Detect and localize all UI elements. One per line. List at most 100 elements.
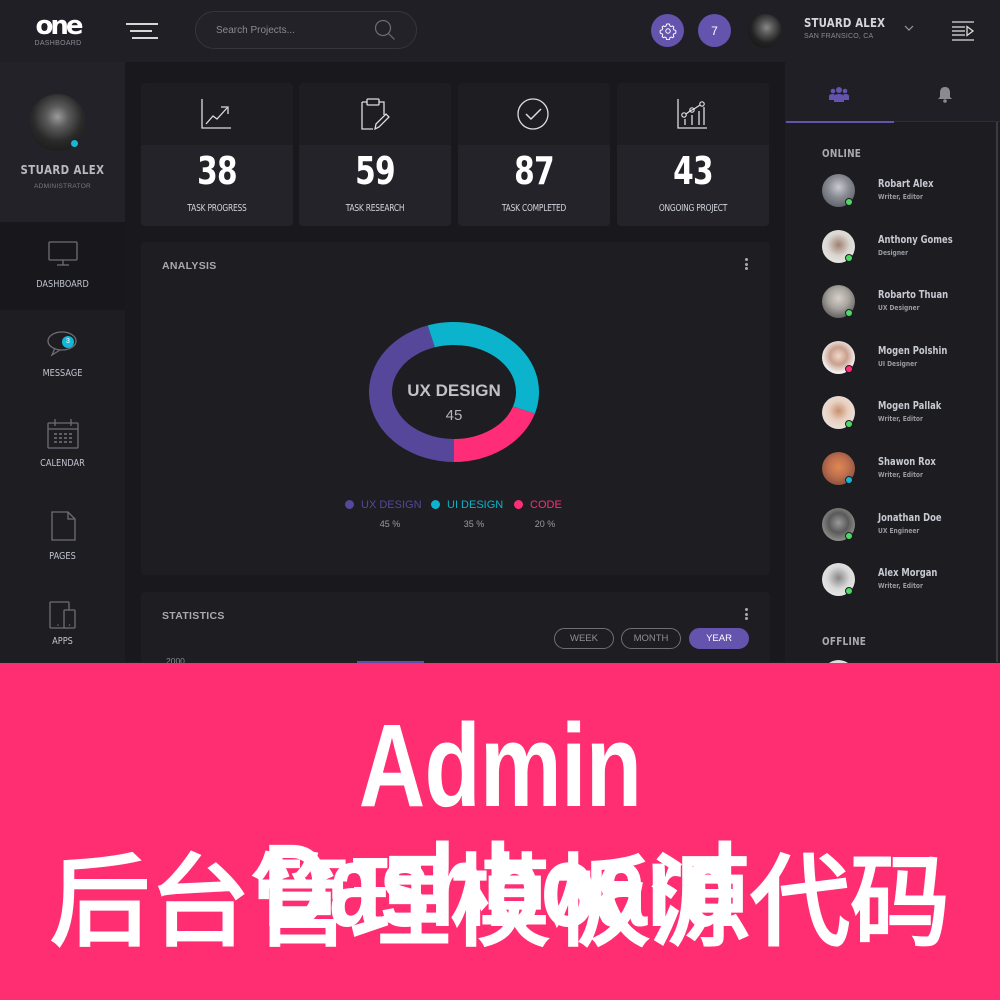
stat-card-task-completed[interactable]: 87 TASK COMPLETED xyxy=(458,83,610,226)
sidebar-item-apps[interactable]: APPS xyxy=(0,584,125,672)
contact-name: Mogen Pallak xyxy=(878,400,942,413)
legend-dot xyxy=(431,500,440,509)
legend-item-ux-design[interactable]: UX DESIGN xyxy=(345,499,422,511)
calendar-icon xyxy=(46,419,79,449)
check-circle-icon xyxy=(517,98,549,130)
status-dot xyxy=(845,253,853,262)
contact-role: Designer xyxy=(878,248,909,257)
more-options-icon[interactable] xyxy=(742,608,750,624)
analysis-panel: ANALYSIS UX DESIGN 45 UX DESIGN UI DESIG… xyxy=(141,242,770,575)
tab-users[interactable] xyxy=(785,62,894,123)
promo-banner: Admin Dashboard 后台管理模板源代码 xyxy=(0,663,1000,1000)
main-content: 38 TASK PROGRESS 59 TASK RESEARCH 87 TAS… xyxy=(125,62,785,691)
right-panel-toggle-icon[interactable] xyxy=(951,20,975,42)
top-bar: one DASHBOARD 7 STUARD ALEX SAN FRANSICO… xyxy=(0,0,1000,62)
offline-section-label: OFFLINE xyxy=(822,636,867,648)
hamburger-menu-icon[interactable] xyxy=(124,20,160,42)
contact-item[interactable]: Alex Morgan Writer, Editor xyxy=(822,563,982,603)
status-dot xyxy=(845,364,853,373)
right-panel-tabs xyxy=(785,62,1000,123)
devices-icon xyxy=(48,601,76,629)
contact-item[interactable]: Jonathan Doe UX Engineer xyxy=(822,507,982,548)
donut-slice-code[interactable] xyxy=(454,406,535,462)
search-input[interactable] xyxy=(216,21,366,39)
legend-percent: 35 % xyxy=(463,519,485,529)
sidebar-item-calendar[interactable]: CALENDAR xyxy=(0,402,125,490)
stat-label: TASK RESEARCH xyxy=(345,203,405,214)
user-avatar[interactable] xyxy=(748,14,782,48)
contact-item[interactable]: Anthony Gomes Designer xyxy=(822,229,982,270)
range-week-button[interactable]: WEEK xyxy=(554,628,614,649)
range-year-button[interactable]: YEAR xyxy=(689,628,749,649)
status-dot xyxy=(845,309,853,318)
chevron-down-icon[interactable] xyxy=(903,23,915,33)
sidebar-item-message[interactable]: 3 MESSAGE xyxy=(0,312,125,400)
page-icon xyxy=(50,511,76,541)
contact-role: Writer, Editor xyxy=(878,471,923,479)
contact-name: Robarto Thuan xyxy=(878,289,949,302)
scrollbar[interactable] xyxy=(996,122,998,662)
stat-card-task-progress[interactable]: 38 TASK PROGRESS xyxy=(141,83,293,226)
logo-subtitle: DASHBOARD xyxy=(34,40,82,47)
sidebar-item-pages[interactable]: PAGES xyxy=(0,494,125,582)
online-status-dot xyxy=(70,139,79,148)
legend-item-code[interactable]: CODE xyxy=(514,499,562,511)
search-icon[interactable] xyxy=(374,19,396,41)
bar-line-chart-icon xyxy=(677,99,707,129)
contact-name: Robart Alex xyxy=(878,178,934,190)
users-icon xyxy=(829,87,849,102)
contact-item[interactable]: Mogen Polshin UI Designer xyxy=(822,340,982,381)
tab-notifications[interactable] xyxy=(893,62,1000,122)
donut-center-value: 45 xyxy=(446,407,463,424)
left-sidebar: STUARD ALEX ADMINISTRATOR DASHBOARD 3 ME… xyxy=(0,62,125,662)
logo[interactable]: one DASHBOARD xyxy=(26,11,90,47)
stat-label: ONGOING PROJECT xyxy=(658,203,728,214)
range-month-button[interactable]: MONTH xyxy=(621,628,681,649)
contact-role: UI Designer xyxy=(878,359,918,368)
settings-button[interactable] xyxy=(651,14,684,47)
contact-name: Mogen Polshin xyxy=(878,344,948,357)
sidebar-item-label: CALENDAR xyxy=(40,458,85,469)
sidebar-item-label: PAGES xyxy=(49,551,76,562)
user-name: STUARD ALEX xyxy=(804,16,886,30)
right-panel: ONLINE Robart Alex Writer, Editor Anthony … xyxy=(785,62,1000,664)
contact-role: Writer, Editor xyxy=(878,582,923,591)
trend-chart-icon xyxy=(201,99,231,129)
monitor-icon xyxy=(47,241,78,266)
contact-item[interactable]: Shawon Rox Writer, Editor xyxy=(822,452,982,492)
user-info[interactable]: STUARD ALEX SAN FRANSICO, CA xyxy=(804,16,899,40)
contact-role: Writer, Editor xyxy=(878,415,923,424)
stat-card-task-research[interactable]: 59 TASK RESEARCH xyxy=(299,83,451,226)
notification-count-button[interactable]: 7 xyxy=(698,14,731,47)
gear-icon xyxy=(659,22,676,40)
stat-value: 43 xyxy=(673,149,713,193)
sidebar-item-dashboard[interactable]: DASHBOARD xyxy=(0,222,125,310)
contact-name: Shawon Rox xyxy=(878,456,936,468)
bell-icon xyxy=(938,87,952,103)
user-location: SAN FRANSICO, CA xyxy=(804,33,874,40)
legend-label: CODE xyxy=(530,499,562,511)
profile-name: STUARD ALEX xyxy=(20,163,105,177)
status-dot xyxy=(845,531,853,540)
sidebar-item-label: MESSAGE xyxy=(42,368,83,379)
legend-label: UI DESIGN xyxy=(447,499,504,511)
sidebar-item-label: APPS xyxy=(52,636,73,647)
profile-card: STUARD ALEX ADMINISTRATOR xyxy=(0,62,125,222)
legend-dot xyxy=(345,500,354,509)
status-dot xyxy=(845,476,853,484)
stat-value: 38 xyxy=(197,149,237,193)
legend-item-ui-design[interactable]: UI DESIGN xyxy=(431,499,503,511)
contact-role: UX Engineer xyxy=(878,526,920,535)
status-dot xyxy=(845,587,853,596)
profile-role: ADMINISTRATOR xyxy=(33,183,92,190)
clipboard-edit-icon xyxy=(361,98,390,131)
contact-role: UX Designer xyxy=(878,304,920,313)
contact-item[interactable]: Mogen Pallak Writer, Editor xyxy=(822,396,982,436)
search-box xyxy=(195,11,417,49)
contact-item[interactable]: Robart Alex Writer, Editor xyxy=(822,174,982,214)
logo-mark: one xyxy=(35,11,83,41)
contact-item[interactable]: Robarto Thuan UX Designer xyxy=(822,285,982,325)
status-dot xyxy=(845,198,853,206)
stat-card-ongoing-project[interactable]: 43 ONGOING PROJECT xyxy=(617,83,769,226)
message-badge: 3 xyxy=(62,336,74,348)
